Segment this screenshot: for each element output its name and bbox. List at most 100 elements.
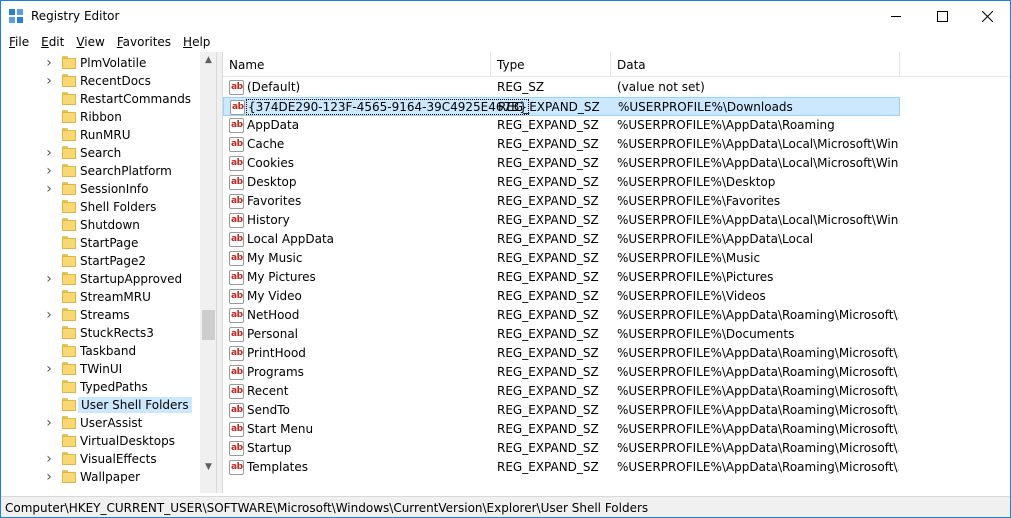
chevron-right-icon[interactable]: › <box>43 452 55 466</box>
table-row[interactable]: ab SendTo REG_EXPAND_SZ %USERPROFILE%\AppDa… <box>223 401 900 420</box>
scroll-down-icon[interactable]: ▼ <box>200 459 216 476</box>
column-header-type[interactable]: Type <box>491 52 611 77</box>
table-row[interactable]: ab Cookies REG_EXPAND_SZ %USERPROFILE%\AppD… <box>223 154 900 173</box>
table-row[interactable]: ab Startup REG_EXPAND_SZ %USERPROFILE%\AppD… <box>223 439 900 458</box>
tree-item[interactable]: VirtualDesktops <box>1 432 200 450</box>
string-value-icon-text: ab <box>231 158 243 168</box>
string-value-icon-text: ab <box>231 367 243 377</box>
chevron-right-icon[interactable]: › <box>43 272 55 286</box>
tree-item[interactable]: › SearchPlatform <box>1 162 200 180</box>
tree-item[interactable]: › Search <box>1 144 200 162</box>
folder-icon <box>62 344 76 357</box>
maximize-button[interactable] <box>919 1 965 32</box>
key-tree[interactable]: › PlmVolatile › RecentDocs RestartCommands Ri… <box>1 52 217 493</box>
tree-item-label: RecentDocs <box>80 74 151 88</box>
table-row[interactable]: ab Favorites REG_EXPAND_SZ %USERPROFILE%\Fa… <box>223 192 900 211</box>
chevron-right-icon[interactable]: › <box>43 74 55 88</box>
close-button[interactable] <box>964 1 1010 32</box>
table-row[interactable]: ab My Music REG_EXPAND_SZ %USERPROFILE%\Mus… <box>223 249 900 268</box>
tree-item[interactable]: › Streams <box>1 306 200 324</box>
tree-item-label: Shell Folders <box>80 200 157 214</box>
table-row[interactable]: ab (Default) REG_SZ (value not set) <box>223 78 900 97</box>
table-row[interactable]: ab History REG_EXPAND_SZ %USERPROFILE%\AppD… <box>223 211 900 230</box>
tree-item[interactable]: StreamMRU <box>1 288 200 306</box>
folder-icon <box>62 146 76 159</box>
table-row[interactable]: ab Cache REG_EXPAND_SZ %USERPROFILE%\AppDat… <box>223 135 900 154</box>
string-value-icon-text: ab <box>231 196 243 206</box>
chevron-right-icon[interactable]: › <box>43 416 55 430</box>
chevron-right-icon[interactable]: › <box>43 470 55 484</box>
table-row[interactable]: ab My Video REG_EXPAND_SZ %USERPROFILE%\Vid… <box>223 287 900 306</box>
chevron-right-icon[interactable]: › <box>43 308 55 322</box>
tree-item[interactable]: Taskband <box>1 342 200 360</box>
column-header-data[interactable]: Data <box>611 52 900 77</box>
table-row[interactable]: ab Programs REG_EXPAND_SZ %USERPROFILE%\App… <box>223 363 900 382</box>
string-value-icon: ab <box>229 289 244 304</box>
value-data: %USERPROFILE%\AppData\Roaming\Microsoft\… <box>617 460 899 474</box>
menu-file[interactable]: File <box>3 32 35 52</box>
value-type: REG_EXPAND_SZ <box>497 441 599 455</box>
title-bar[interactable]: Registry Editor <box>1 1 1010 32</box>
chevron-right-icon[interactable]: › <box>43 164 55 178</box>
chevron-right-icon[interactable]: › <box>43 182 55 196</box>
menu-help[interactable]: Help <box>177 32 216 52</box>
table-row[interactable]: ab NetHood REG_EXPAND_SZ %USERPROFILE%\AppD… <box>223 306 900 325</box>
chevron-right-icon[interactable]: › <box>43 362 55 376</box>
minimize-button[interactable] <box>873 1 919 32</box>
table-row[interactable]: ab {374DE290-123F-4565-9164-39C4925E467B}… <box>223 97 900 116</box>
tree-item-label: StuckRects3 <box>80 326 154 340</box>
folder-icon <box>62 92 76 105</box>
folder-icon <box>62 308 76 321</box>
string-value-icon-text: ab <box>231 443 243 453</box>
tree-item[interactable]: StartPage2 <box>1 252 200 270</box>
tree-item-label: VirtualDesktops <box>80 434 175 448</box>
tree-item[interactable]: Ribbon <box>1 108 200 126</box>
tree-item[interactable]: › UserAssist <box>1 414 200 432</box>
tree-item[interactable]: TypedPaths <box>1 378 200 396</box>
chevron-right-icon[interactable]: › <box>43 56 55 70</box>
value-name: (Default) <box>247 80 301 94</box>
table-row[interactable]: ab PrintHood REG_EXPAND_SZ %USERPROFILE%\Ap… <box>223 344 900 363</box>
values-list[interactable]: Name Type Data ab (Default) REG_SZ (value n… <box>222 52 1010 493</box>
tree-item[interactable]: › PlmVolatile <box>1 54 200 72</box>
value-name: My Pictures <box>247 270 316 284</box>
table-row[interactable]: ab My Pictures REG_EXPAND_SZ %USERPROFILE%\… <box>223 268 900 287</box>
string-value-icon: ab <box>229 422 244 437</box>
menu-favorites[interactable]: Favorites <box>111 32 177 52</box>
value-type: REG_EXPAND_SZ <box>497 270 599 284</box>
tree-item[interactable]: › TWinUI <box>1 360 200 378</box>
tree-item[interactable]: › SessionInfo <box>1 180 200 198</box>
table-row[interactable]: ab Recent REG_EXPAND_SZ %USERPROFILE%\AppDa… <box>223 382 900 401</box>
table-row[interactable]: ab Desktop REG_EXPAND_SZ %USERPROFILE%\Desk… <box>223 173 900 192</box>
menu-edit[interactable]: Edit <box>35 32 70 52</box>
tree-item[interactable]: Shutdown <box>1 216 200 234</box>
string-value-icon-text: ab <box>232 102 244 112</box>
tree-item[interactable]: StartPage <box>1 234 200 252</box>
table-row[interactable]: ab AppData REG_EXPAND_SZ %USERPROFILE%\AppD… <box>223 116 900 135</box>
string-value-icon-text: ab <box>231 139 243 149</box>
chevron-right-icon[interactable]: › <box>43 146 55 160</box>
scroll-up-icon[interactable]: ▲ <box>200 52 216 69</box>
table-row[interactable]: ab Templates REG_EXPAND_SZ %USERPROFILE%\Ap… <box>223 458 900 477</box>
table-row[interactable]: ab Personal REG_EXPAND_SZ %USERPROFILE%\Doc… <box>223 325 900 344</box>
column-header-name[interactable]: Name <box>223 52 491 77</box>
tree-item[interactable]: StuckRects3 <box>1 324 200 342</box>
menu-view[interactable]: View <box>70 32 110 52</box>
value-type: REG_EXPAND_SZ <box>497 175 599 189</box>
table-row[interactable]: ab Local AppData REG_EXPAND_SZ %USERPROFILE… <box>223 230 900 249</box>
tree-item[interactable]: Shell Folders <box>1 198 200 216</box>
tree-item[interactable]: › Wallpaper <box>1 468 200 486</box>
folder-icon <box>62 380 76 393</box>
tree-item[interactable]: RestartCommands <box>1 90 200 108</box>
window-title: Registry Editor <box>31 9 120 23</box>
tree-item[interactable]: › VisualEffects <box>1 450 200 468</box>
value-data: %USERPROFILE%\AppData\Roaming\Microsoft\… <box>617 441 899 455</box>
tree-item[interactable]: User Shell Folders <box>1 396 200 414</box>
tree-scrollbar[interactable]: ▲ ▼ <box>200 52 216 493</box>
tree-item-label: Wallpaper <box>80 470 141 484</box>
tree-scroll-thumb[interactable] <box>202 310 215 340</box>
tree-item[interactable]: RunMRU <box>1 126 200 144</box>
tree-item[interactable]: › StartupApproved <box>1 270 200 288</box>
table-row[interactable]: ab Start Menu REG_EXPAND_SZ %USERPROFILE%\A… <box>223 420 900 439</box>
tree-item[interactable]: › RecentDocs <box>1 72 200 90</box>
